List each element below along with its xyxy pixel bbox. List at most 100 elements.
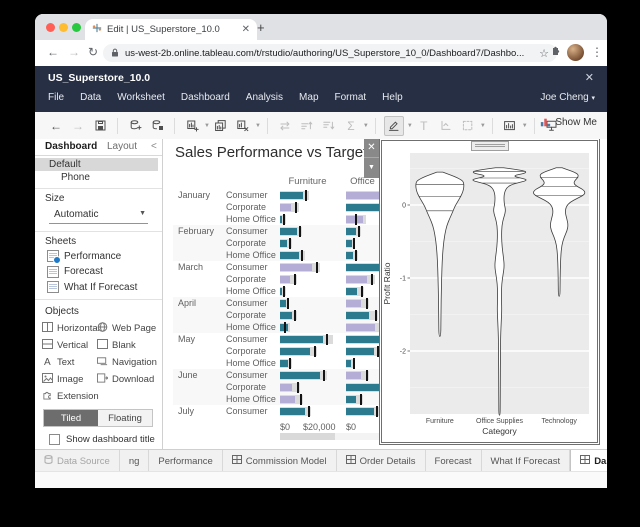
menu-file[interactable]: File [48, 92, 64, 103]
sheet-item-label: Forecast [64, 266, 103, 277]
browser-menu-kebab-icon[interactable]: ⋮ [591, 45, 603, 59]
duplicate-sheet-icon[interactable] [212, 117, 230, 135]
show-me-button[interactable]: Show Me [540, 117, 597, 128]
bookmark-star-icon[interactable]: ☆ [539, 47, 549, 60]
mac-minimize-button[interactable] [59, 23, 68, 32]
profile-avatar[interactable] [567, 44, 584, 61]
fit-caret-icon[interactable]: ▼ [522, 123, 528, 129]
new-worksheet-caret-icon[interactable]: ▼ [204, 123, 210, 129]
undo-icon[interactable]: ← [47, 117, 65, 135]
device-phone[interactable]: Phone [35, 171, 158, 184]
workbook-title: US_Superstore_10.0 [48, 72, 151, 84]
size-dropdown[interactable]: Automatic ▼ [49, 207, 148, 224]
redo-icon[interactable]: → [69, 117, 87, 135]
sheet-tab-ng[interactable]: ng [120, 450, 150, 472]
sheet-item-performance[interactable]: Performance [47, 249, 160, 264]
mac-zoom-button[interactable] [72, 23, 81, 32]
sheet-tab-forecast[interactable]: Forecast [426, 450, 482, 472]
collapse-pane-icon[interactable]: < [151, 141, 157, 152]
sheet-item-forecast[interactable]: Forecast [47, 265, 160, 279]
menu-format[interactable]: Format [335, 92, 367, 103]
floating-button[interactable]: Floating [98, 410, 152, 426]
new-data-source-icon[interactable] [126, 117, 144, 135]
show-dashboard-title-row: Show dashboard title [49, 434, 155, 445]
remove-zone-icon[interactable]: ✕ [364, 139, 379, 158]
tiled-button[interactable]: Tiled [44, 410, 98, 426]
show-dashboard-title-checkbox[interactable] [49, 434, 60, 445]
back-icon[interactable]: ← [47, 45, 59, 59]
sheet-tab-label: Forecast [434, 455, 472, 467]
object-blank[interactable]: Blank [97, 338, 136, 352]
menu-map[interactable]: Map [299, 92, 318, 103]
sheet-tab-dashboard-7[interactable]: Dashboard 7 [570, 450, 607, 472]
extensions-puzzle-icon[interactable] [549, 45, 561, 60]
address-bar[interactable]: us-west-2b.online.tableau.com/t/rstudio/… [103, 44, 557, 62]
object-text[interactable]: A Text [42, 355, 74, 369]
dropdown-caret-icon: ▼ [139, 210, 146, 217]
sheet-item-what-if-forecast[interactable]: What If Forecast [47, 280, 160, 294]
furniture-sales-bar [280, 300, 286, 307]
object-download[interactable]: Download [97, 372, 154, 386]
office-sales-bar [346, 396, 356, 403]
menu-help[interactable]: Help [382, 92, 403, 103]
horizontal-scrollbar-thumb[interactable] [280, 433, 335, 440]
sheet-tab-commission-model[interactable]: Commission Model [223, 450, 337, 472]
sheet-tab-what-if-forecast[interactable]: What If Forecast [482, 450, 571, 472]
save-icon[interactable] [91, 117, 109, 135]
tab-close-icon[interactable]: ✕ [242, 24, 250, 35]
clear-sheet-caret-icon[interactable]: ▼ [255, 123, 261, 129]
toolbar-separator [533, 117, 535, 134]
tab-layout[interactable]: Layout [107, 141, 137, 152]
new-tab-button[interactable]: + [257, 20, 265, 35]
reload-icon[interactable]: ↻ [88, 45, 98, 59]
object-web-page[interactable]: Web Page [97, 321, 156, 335]
text-label-icon[interactable]: T [415, 117, 433, 135]
totals-caret-icon[interactable]: ▼ [363, 123, 369, 129]
furniture-sales-bar [280, 228, 297, 235]
totals-icon[interactable]: Σ [342, 117, 360, 135]
sheet-tab-order-details[interactable]: Order Details [337, 450, 426, 472]
sort-ascending-icon[interactable] [298, 117, 316, 135]
forward-icon[interactable]: → [68, 45, 80, 59]
y-axis-title: Profit Ratio [382, 262, 392, 304]
sheet-tab-data-source[interactable]: Data Source [35, 450, 120, 472]
user-menu[interactable]: Joe Cheng ▾ [540, 92, 595, 103]
object-vertical[interactable]: Vertical [42, 338, 88, 352]
workbook-close-icon[interactable]: ✕ [585, 71, 594, 84]
tab-dashboard[interactable]: Dashboard [45, 141, 97, 152]
browser-tab[interactable]: Edit | US_Superstore_10.0 ✕ [85, 19, 257, 40]
highlight-icon[interactable] [383, 115, 404, 136]
bullet-chart[interactable]: January Consumer Corporate Home Office Febru… [163, 139, 379, 419]
toolbar: Show Me ← → ▼ ▼ ⇄ Σ ▼ ▼ T ▼ ▼ [35, 112, 607, 140]
object-image[interactable]: Image [42, 372, 83, 386]
violin-sheet-panel[interactable]: 0 -1 -2 Furniture Office Supplies Technology C… [379, 139, 600, 445]
mac-close-button[interactable] [46, 23, 55, 32]
highlight-caret-icon[interactable]: ▼ [407, 123, 413, 129]
month-label: June [178, 370, 198, 380]
new-worksheet-icon[interactable] [183, 117, 201, 135]
zone-options-caret-icon[interactable]: ▼ [364, 158, 379, 177]
y-tick-label: 0 [402, 202, 406, 209]
clear-sheet-icon[interactable] [234, 117, 252, 135]
sheet-tab-performance[interactable]: Performance [149, 450, 223, 472]
sort-descending-icon[interactable] [320, 117, 338, 135]
object-extension[interactable]: Extension [42, 389, 99, 403]
swap-rows-columns-icon[interactable]: ⇄ [276, 117, 294, 135]
format-borders-icon[interactable] [459, 117, 477, 135]
furniture-target-tick [299, 394, 302, 405]
object-horizontal[interactable]: Horizontal [42, 321, 100, 335]
in-dashboard-badge [53, 256, 61, 264]
pause-auto-updates-icon[interactable] [148, 117, 166, 135]
fit-icon[interactable] [501, 117, 519, 135]
format-borders-caret-icon[interactable]: ▼ [480, 123, 486, 129]
object-navigation[interactable]: Navigation [97, 355, 157, 369]
extension-icon [42, 390, 53, 403]
axis-office-min-label: $0 [346, 422, 357, 432]
menu-worksheet[interactable]: Worksheet [117, 92, 165, 103]
menu-dashboard[interactable]: Dashboard [181, 92, 230, 103]
device-default[interactable]: Default [35, 158, 158, 171]
menu-analysis[interactable]: Analysis [246, 92, 283, 103]
fix-axes-icon[interactable] [437, 117, 455, 135]
drag-handle[interactable] [470, 141, 509, 151]
menu-data[interactable]: Data [80, 92, 101, 103]
